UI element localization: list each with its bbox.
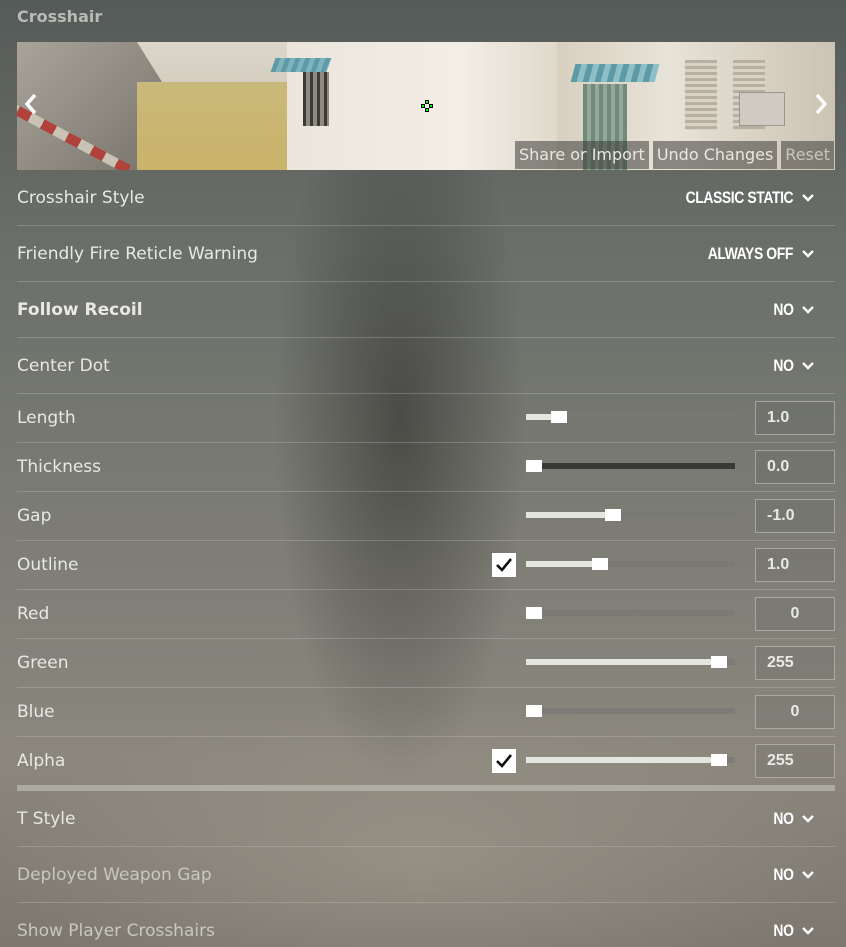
setting-row-thickness: Thickness 0.0: [17, 443, 835, 492]
crosshair-preview: Share or Import Undo Changes Reset: [17, 42, 835, 170]
setting-row-gap: Gap -1.0: [17, 492, 835, 541]
setting-label: Outline: [17, 555, 79, 575]
setting-row-follow-recoil: Follow Recoil NO: [17, 282, 835, 338]
slider-handle[interactable]: [591, 558, 608, 570]
setting-label: Red: [17, 604, 50, 624]
setting-row-t-style: T Style NO: [17, 791, 835, 847]
checkmark-icon: [496, 754, 513, 768]
setting-label: Green: [17, 653, 69, 673]
preview-crate: [739, 92, 785, 126]
setting-label: Thickness: [17, 457, 102, 477]
green-input[interactable]: 255: [755, 646, 835, 680]
slider-handle[interactable]: [526, 705, 542, 717]
dropdown-value: NO: [772, 921, 793, 940]
share-or-import-button[interactable]: Share or Import: [515, 141, 649, 169]
friendly-fire-dropdown[interactable]: ALWAYS OFF: [689, 244, 815, 264]
setting-row-deployed-weapon-gap: Deployed Weapon Gap NO: [17, 847, 835, 903]
preview-awning-right: [570, 64, 660, 82]
thickness-input[interactable]: 0.0: [755, 450, 835, 484]
gap-slider[interactable]: [526, 509, 735, 521]
setting-row-length: Length 1.0: [17, 394, 835, 443]
length-slider[interactable]: [526, 411, 735, 423]
setting-row-center-dot: Center Dot NO: [17, 338, 835, 394]
setting-label: Alpha: [17, 751, 66, 771]
setting-row-alpha: Alpha 255: [17, 737, 835, 786]
chevron-down-icon: [801, 359, 815, 373]
crosshair-style-dropdown[interactable]: CLASSIC STATIC: [662, 188, 815, 208]
chevron-left-icon[interactable]: [21, 92, 41, 120]
alpha-checkbox[interactable]: [492, 749, 516, 773]
slider-handle[interactable]: [711, 656, 728, 668]
setting-label: Center Dot: [17, 356, 110, 376]
red-slider[interactable]: [526, 607, 735, 619]
section-title: Crosshair: [17, 7, 103, 26]
crosshair-icon: [421, 100, 433, 112]
t-style-dropdown[interactable]: NO: [769, 809, 816, 829]
setting-row-outline: Outline 1.0: [17, 541, 835, 590]
setting-row-green: Green 255: [17, 639, 835, 688]
preview-shutter: [685, 60, 717, 130]
green-slider[interactable]: [526, 656, 735, 668]
outline-slider[interactable]: [526, 558, 735, 570]
chevron-down-icon: [801, 303, 815, 317]
blue-slider[interactable]: [526, 705, 735, 717]
setting-label: Deployed Weapon Gap: [17, 865, 212, 885]
dropdown-value: ALWAYS OFF: [707, 244, 794, 263]
deployed-weapon-gap-dropdown[interactable]: NO: [769, 865, 816, 885]
slider-handle[interactable]: [605, 509, 622, 521]
gap-input[interactable]: -1.0: [755, 499, 835, 533]
setting-row-friendly-fire: Friendly Fire Reticle Warning ALWAYS OFF: [17, 226, 835, 282]
chevron-down-icon: [801, 812, 815, 826]
preview-actions: Share or Import Undo Changes Reset: [515, 141, 834, 169]
chevron-down-icon: [801, 247, 815, 261]
setting-label: Show Player Crosshairs: [17, 921, 215, 941]
red-input[interactable]: 0: [755, 597, 835, 631]
chevron-right-icon[interactable]: [811, 92, 831, 120]
slider-handle[interactable]: [526, 607, 542, 619]
setting-label: Length: [17, 408, 76, 428]
setting-label: Gap: [17, 506, 52, 526]
dropdown-value: NO: [772, 809, 793, 828]
chevron-down-icon: [801, 924, 815, 938]
thickness-slider[interactable]: [526, 460, 735, 472]
checkmark-icon: [496, 558, 513, 572]
outline-checkbox[interactable]: [492, 553, 516, 577]
dropdown-value: CLASSIC STATIC: [685, 188, 793, 207]
chevron-down-icon: [801, 868, 815, 882]
alpha-input[interactable]: 255: [755, 744, 835, 778]
follow-recoil-dropdown[interactable]: NO: [769, 300, 816, 320]
blue-input[interactable]: 0: [755, 695, 835, 729]
dropdown-value: NO: [772, 356, 793, 375]
slider-handle[interactable]: [711, 754, 728, 766]
undo-changes-button[interactable]: Undo Changes: [652, 141, 778, 169]
setting-label: T Style: [17, 809, 76, 829]
reset-button[interactable]: Reset: [781, 141, 834, 169]
slider-handle[interactable]: [526, 460, 542, 472]
dropdown-value: NO: [772, 300, 793, 319]
setting-row-red: Red 0: [17, 590, 835, 639]
preview-window: [303, 72, 329, 126]
dropdown-value: NO: [772, 865, 793, 884]
preview-awning: [270, 58, 332, 72]
setting-label: Crosshair Style: [17, 188, 145, 208]
center-dot-dropdown[interactable]: NO: [769, 356, 816, 376]
slider-handle[interactable]: [551, 411, 568, 423]
length-input[interactable]: 1.0: [755, 401, 835, 435]
setting-row-blue: Blue 0: [17, 688, 835, 737]
setting-label: Blue: [17, 702, 55, 722]
chevron-down-icon: [801, 191, 815, 205]
setting-label: Follow Recoil: [17, 300, 143, 320]
show-player-crosshairs-dropdown[interactable]: NO: [769, 921, 816, 941]
setting-label: Friendly Fire Reticle Warning: [17, 244, 258, 264]
alpha-slider[interactable]: [526, 754, 735, 766]
outline-input[interactable]: 1.0: [755, 548, 835, 582]
setting-row-crosshair-style: Crosshair Style CLASSIC STATIC: [17, 170, 835, 226]
setting-row-show-player-crosshairs: Show Player Crosshairs NO: [17, 903, 835, 947]
